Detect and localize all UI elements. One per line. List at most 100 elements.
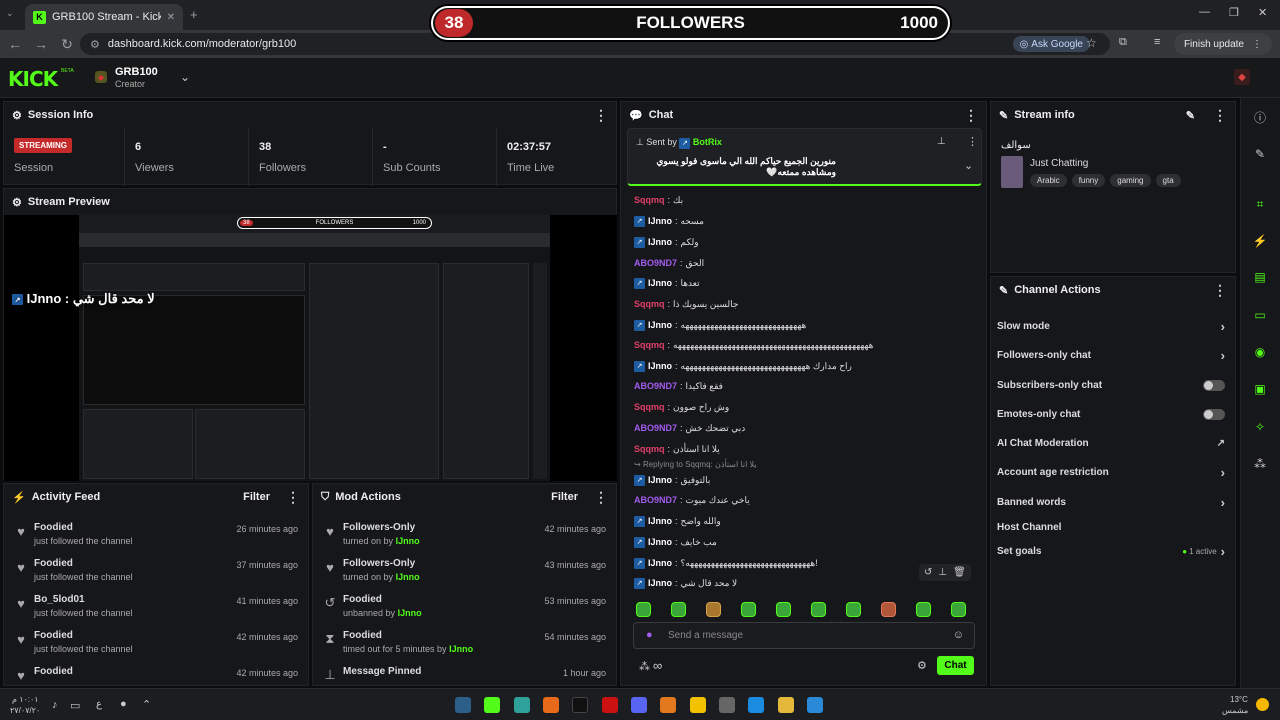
tag[interactable]: gaming (1110, 174, 1151, 187)
send-chat-button[interactable]: Chat (937, 656, 974, 675)
chat-username[interactable]: IJnno (648, 475, 672, 485)
activity-menu-icon[interactable]: ⋮ (286, 490, 300, 504)
chat-message[interactable]: ↗ IJnno: بالتوفيق (634, 472, 710, 488)
mod-filter-button[interactable]: Filter (551, 491, 578, 503)
emote-icon[interactable] (671, 602, 686, 617)
chat-username[interactable]: IJnno (648, 558, 672, 568)
chat-username[interactable]: ABO9ND7 (634, 495, 677, 505)
chat-message[interactable]: Sqqmq: بك (634, 192, 683, 208)
video-player[interactable]: 38 FOLLOWERS 1000 ↗ IJnno : لا محد قال ش… (4, 215, 617, 481)
pinned-sender-name[interactable]: BotRix (693, 137, 722, 147)
mod-name[interactable]: Foodied (343, 594, 382, 605)
chat-username[interactable]: IJnno (648, 537, 672, 547)
chat-username[interactable]: IJnno (648, 237, 672, 247)
kick-logo[interactable]: KICK (8, 67, 58, 91)
chat-username[interactable]: IJnno (648, 320, 672, 330)
chat-message[interactable]: ABO9ND7: دبي تضحك خش (634, 420, 745, 436)
kick-app-icon[interactable] (484, 697, 500, 713)
info-icon[interactable]: ⓘ (1249, 106, 1271, 128)
close-window-button[interactable]: ✕ (1258, 6, 1267, 19)
infinity-icon[interactable]: ∞ (653, 658, 662, 673)
tab-list-button[interactable]: ⌄ (6, 8, 14, 19)
chat-message[interactable]: ↗ IJnno: راح مدارك ههههههههههههههههههههههه… (634, 358, 852, 374)
file-explorer-icon[interactable] (778, 697, 794, 713)
emotes-only-toggle[interactable] (1203, 408, 1225, 420)
delete-icon[interactable]: 🗑 (953, 567, 966, 578)
chat-username[interactable]: Sqqmq (634, 444, 665, 454)
microphone-icon[interactable]: ● (646, 629, 653, 641)
tag[interactable]: funny (1071, 174, 1106, 187)
mod-menu-icon[interactable]: ⋮ (594, 490, 608, 504)
chat-message[interactable]: ↗ IJnno: ولكم (634, 234, 699, 250)
edit-icon[interactable]: ✎ (1249, 143, 1271, 165)
reply-icon[interactable]: ↺ (924, 567, 932, 578)
chat-username[interactable]: IJnno (648, 361, 672, 371)
users-icon[interactable]: ⁂ (1249, 453, 1271, 475)
chat-message[interactable]: Sqqmq: وش راح صوون (634, 399, 729, 415)
chat-username[interactable]: ABO9ND7 (634, 258, 677, 268)
chat-message[interactable]: ↗ IJnno: والله واضح (634, 513, 721, 529)
chat-input[interactable]: ● Send a message ☺ (633, 622, 975, 649)
netflix-icon[interactable] (602, 697, 618, 713)
action-slow-mode[interactable]: Slow mode › (997, 316, 1225, 336)
action-followers-only[interactable]: Followers-only chat › (997, 345, 1225, 365)
stream-category[interactable]: Just Chatting (1030, 158, 1088, 169)
emote-icon[interactable] (846, 602, 861, 617)
action-banned-words[interactable]: Banned words › (997, 492, 1225, 512)
chat-username[interactable]: ABO9ND7 (634, 381, 677, 391)
chat-message[interactable]: ↗ IJnno: مسحه (634, 213, 704, 229)
activity-name[interactable]: Foodied (34, 558, 73, 569)
tab-close-icon[interactable]: ✕ (167, 12, 175, 23)
chevron-down-icon[interactable]: ⌄ (964, 159, 973, 172)
chat-message[interactable]: ABO9ND7: ياخي عندك ميوت (634, 492, 750, 508)
tag[interactable]: gta (1155, 174, 1181, 187)
unpin-icon[interactable]: ⊥ (937, 136, 946, 147)
document-icon[interactable]: ▤ (1249, 266, 1271, 288)
browser-tab[interactable]: K GRB100 Stream - Kick Dashbo ✕ (25, 4, 183, 30)
channel-actions-menu-icon[interactable]: ⋮ (1213, 283, 1227, 297)
activity-name[interactable]: Bo_5lod01 (34, 594, 85, 605)
chat-message[interactable]: ABO9ND7: الحق (634, 255, 704, 271)
network-icon[interactable]: ▭ (70, 699, 80, 712)
emoji-icon[interactable]: ☺ (953, 629, 964, 641)
chat-username[interactable]: IJnno (648, 578, 672, 588)
action-host-channel[interactable]: Host Channel (997, 517, 1225, 537)
mod-name[interactable]: Foodied (343, 630, 382, 641)
tiktok-icon[interactable] (572, 697, 588, 713)
site-info-icon[interactable]: ⚙ (90, 38, 100, 51)
chat-message[interactable]: ABO9ND7: فقع فاكيدا (634, 378, 723, 394)
brave-icon[interactable] (543, 697, 559, 713)
activity-name[interactable]: Foodied (34, 522, 73, 533)
subscribers-only-toggle[interactable] (1203, 379, 1225, 391)
mod-actor[interactable]: IJnno (396, 572, 420, 582)
chat-menu-icon[interactable]: ⋮ (964, 108, 978, 122)
app-icon[interactable] (514, 697, 530, 713)
channel-name[interactable]: GRB100 (115, 66, 158, 78)
edge-icon[interactable] (748, 697, 764, 713)
emote-icon[interactable] (811, 602, 826, 617)
media-icon[interactable]: ▣ (1249, 378, 1271, 400)
action-account-age[interactable]: Account age restriction › (997, 462, 1225, 482)
action-ai-moderation[interactable]: AI Chat Moderation ↗ (997, 433, 1225, 453)
emote-icon[interactable] (916, 602, 931, 617)
pinned-menu-icon[interactable]: ⋮ (967, 135, 978, 148)
windows-start-icon[interactable] (807, 697, 823, 713)
activity-name[interactable]: Foodied (34, 666, 73, 677)
chat-username[interactable]: Sqqmq (634, 195, 665, 205)
steam-icon[interactable] (455, 697, 471, 713)
chat-username[interactable]: Sqqmq (634, 340, 665, 350)
mod-actor[interactable]: IJnno (449, 644, 473, 654)
chat-username[interactable]: Sqqmq (634, 402, 665, 412)
tag[interactable]: Arabic (1030, 174, 1067, 187)
forward-icon[interactable]: → (30, 33, 52, 55)
microphone-icon[interactable]: ● (120, 698, 127, 710)
chat-message[interactable]: Sqqmq: جالسين يسويك ذا (634, 296, 738, 312)
chat-message[interactable]: Sqqmq: يلا انا استأذن (634, 441, 720, 457)
chevron-down-icon[interactable]: ⌄ (180, 70, 190, 84)
firefox-icon[interactable] (660, 697, 676, 713)
pin-action-icon[interactable]: ⊥ (938, 567, 947, 578)
language-indicator[interactable]: ع (96, 699, 102, 710)
ask-google-button[interactable]: ◎ Ask Google (1012, 36, 1090, 52)
chat-message[interactable]: ↗ IJnno: مب خايف (634, 534, 717, 550)
emote-icon[interactable] (951, 602, 966, 617)
